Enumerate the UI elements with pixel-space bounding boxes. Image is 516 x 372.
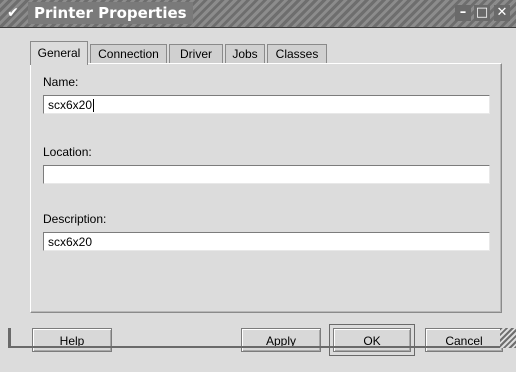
close-icon[interactable]: ✕ — [494, 5, 510, 21]
printer-properties-window: ✔ Printer Properties – □ ✕ General Conne… — [0, 0, 516, 372]
window-frame-left — [8, 328, 11, 348]
tab-jobs[interactable]: Jobs — [225, 44, 265, 64]
tab-driver[interactable]: Driver — [169, 44, 223, 64]
help-button[interactable]: Help — [32, 328, 112, 352]
tab-general[interactable]: General — [30, 41, 88, 65]
location-label: Location: — [43, 145, 92, 159]
name-label: Name: — [43, 75, 79, 89]
name-value: scx6x20 — [48, 98, 93, 112]
cancel-button[interactable]: Cancel — [425, 328, 503, 352]
location-field[interactable] — [43, 165, 490, 184]
name-field[interactable]: scx6x20 — [43, 95, 490, 114]
description-value: scx6x20 — [48, 235, 93, 249]
title-bar[interactable]: ✔ Printer Properties – □ ✕ — [0, 0, 516, 28]
dialog-body: General Connection Driver Jobs Classes N… — [0, 28, 516, 372]
tab-classes[interactable]: Classes — [267, 44, 327, 64]
description-field[interactable]: scx6x20 — [43, 232, 490, 251]
window-frame-bottom — [8, 346, 508, 348]
maximize-icon[interactable]: □ — [474, 5, 490, 21]
resize-grip[interactable] — [500, 328, 516, 348]
ok-button[interactable]: OK — [329, 324, 415, 356]
apply-button[interactable]: Apply — [241, 328, 321, 352]
window-menu-icon[interactable]: ✔ — [4, 3, 22, 23]
text-caret — [93, 99, 95, 113]
description-label: Description: — [43, 212, 107, 226]
window-title: Printer Properties — [28, 2, 193, 24]
minimize-icon[interactable]: – — [455, 5, 471, 21]
tab-connection[interactable]: Connection — [90, 44, 167, 64]
